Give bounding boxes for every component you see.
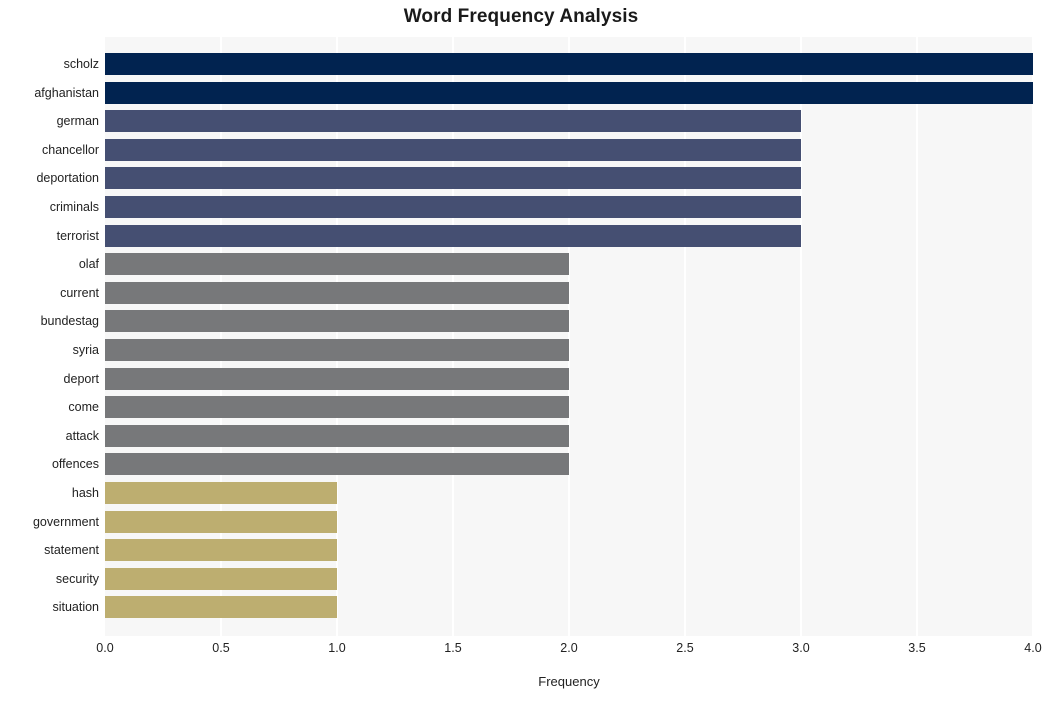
bar bbox=[105, 253, 569, 276]
x-axis-tick-label: 4.0 bbox=[1024, 641, 1042, 655]
y-axis-tick-label: government bbox=[32, 514, 99, 529]
y-axis-tick-label: statement bbox=[44, 543, 99, 558]
bar bbox=[105, 224, 801, 247]
bar bbox=[105, 167, 801, 190]
bar bbox=[105, 596, 337, 619]
y-axis-tick-label: hash bbox=[71, 486, 99, 500]
gridline bbox=[1032, 37, 1033, 636]
y-axis-tick-label: current bbox=[60, 285, 99, 300]
y-axis-tick-label: offences bbox=[51, 457, 99, 472]
y-axis-tick-label: deportation bbox=[36, 171, 99, 186]
x-axis-tick-label: 1.5 bbox=[444, 641, 462, 655]
y-axis-tick-label: security bbox=[55, 571, 99, 586]
bar bbox=[105, 81, 1033, 104]
chart-title: Word Frequency Analysis bbox=[403, 6, 639, 27]
bar bbox=[105, 424, 569, 447]
x-axis-tick-label: 0.0 bbox=[96, 641, 114, 655]
bar bbox=[105, 396, 569, 419]
y-axis-tick-labels: scholz afghanistan german chancellor deporta… bbox=[0, 37, 99, 636]
y-axis-tick-label: situation bbox=[52, 600, 99, 615]
bar bbox=[105, 196, 801, 218]
bar bbox=[105, 367, 569, 390]
x-axis-tick-label: 2.0 bbox=[560, 641, 578, 655]
bar bbox=[105, 310, 569, 333]
x-axis-tick-label: 1.0 bbox=[328, 641, 346, 655]
bar bbox=[105, 539, 337, 562]
y-axis-tick-label: deport bbox=[63, 371, 99, 386]
bar bbox=[105, 567, 337, 590]
y-axis-tick-label: german bbox=[56, 114, 99, 129]
bar bbox=[105, 110, 801, 133]
y-axis-tick-label: olaf bbox=[78, 257, 99, 272]
x-axis-tick-label: 3.5 bbox=[908, 641, 926, 655]
bar bbox=[105, 281, 569, 304]
chart-figure: Word Frequency Analysis scholz afghanista… bbox=[0, 0, 1042, 701]
y-axis-tick-label: afghanistan bbox=[34, 85, 99, 100]
y-axis-tick-label: attack bbox=[65, 428, 99, 443]
bar bbox=[105, 138, 801, 161]
plot-area bbox=[105, 37, 1033, 636]
y-axis-tick-label: criminals bbox=[49, 200, 99, 214]
x-axis-tick-labels: 0.0 0.5 1.0 1.5 2.0 2.5 3.0 3.5 4.0 bbox=[96, 641, 1041, 663]
bar bbox=[105, 453, 569, 476]
x-axis-tick-label: 3.0 bbox=[792, 641, 810, 655]
y-axis-tick-label: scholz bbox=[63, 57, 99, 71]
y-axis-tick-label: terrorist bbox=[56, 228, 99, 243]
bar bbox=[105, 339, 569, 361]
y-axis-tick-label: bundestag bbox=[40, 314, 99, 329]
bar bbox=[105, 53, 1033, 75]
y-axis-tick-label: come bbox=[68, 400, 99, 415]
x-axis-tick-label: 2.5 bbox=[676, 641, 694, 655]
bar bbox=[105, 482, 337, 504]
x-axis-label: Frequency bbox=[538, 674, 600, 689]
x-axis-tick-label: 0.5 bbox=[212, 641, 230, 655]
bar bbox=[105, 510, 337, 533]
y-axis-tick-label: syria bbox=[72, 343, 99, 357]
gridline bbox=[916, 37, 918, 636]
y-axis-tick-label: chancellor bbox=[42, 142, 99, 157]
